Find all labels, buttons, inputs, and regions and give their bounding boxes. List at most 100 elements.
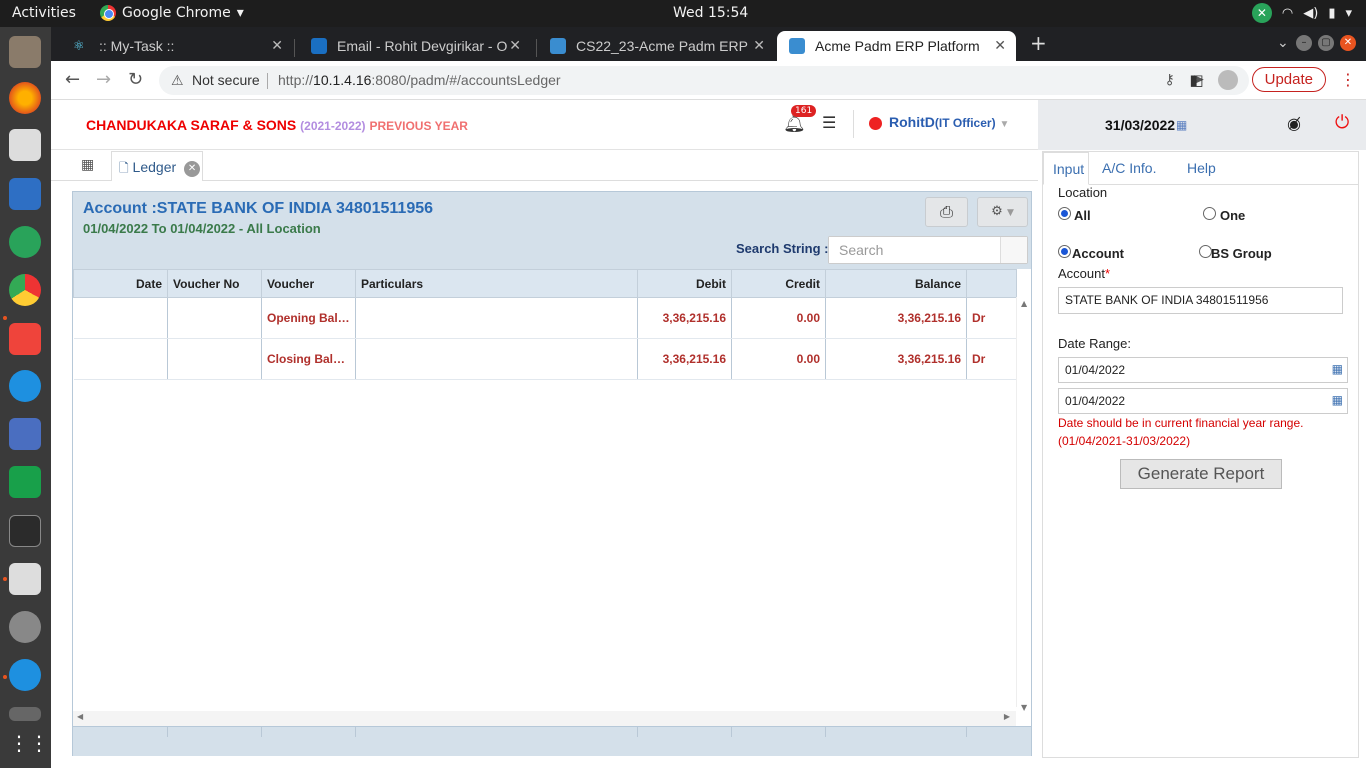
app-grid-icon[interactable]: ⋮⋮ (9, 731, 49, 763)
update-button[interactable]: Update (1251, 67, 1326, 92)
calculator-icon[interactable] (9, 563, 41, 595)
radio-location-all-label[interactable]: All (1074, 208, 1091, 223)
close-icon[interactable]: ✕ (184, 161, 201, 177)
settings-dropdown-button[interactable]: ⚙ ▼ (977, 197, 1028, 227)
profile-icon[interactable] (1217, 69, 1238, 90)
system-clock[interactable]: Wed 15:54 (673, 5, 748, 21)
column-header-drcr (966, 269, 1017, 298)
working-date[interactable]: 31/03/2022 (1105, 117, 1175, 133)
header-right-panel: 31/03/2022 ▦ ◉̸ ⏻ (1038, 100, 1366, 150)
server-list-icon[interactable]: ☰ (822, 113, 836, 132)
calendar-icon[interactable]: ▦ (1332, 362, 1343, 376)
column-header-balance[interactable]: Balance (825, 269, 967, 298)
network-icon[interactable] (9, 418, 41, 450)
radio-type-account[interactable] (1058, 245, 1071, 258)
app-menu[interactable]: Google Chrome ▾ (100, 5, 244, 21)
warning-icon[interactable]: ⚠ (171, 72, 184, 89)
window-close-icon[interactable]: ✕ (1340, 35, 1356, 51)
column-header-voucher[interactable]: Voucher (261, 269, 356, 298)
workspace-tabs: ▦ 🗋︎ Ledger ✕ (51, 151, 1038, 181)
browser-tab[interactable]: Email - Rohit Devgirikar - O ✕ (299, 31, 531, 61)
phone-icon[interactable] (9, 659, 41, 691)
scanner-icon[interactable] (9, 707, 41, 721)
key-icon[interactable]: ⚷ (1164, 71, 1174, 88)
close-icon[interactable]: ✕ (753, 37, 765, 54)
tab-title: Acme Padm ERP Platform (815, 38, 980, 54)
column-header-voucher-no[interactable]: Voucher No (167, 269, 262, 298)
calendar-icon[interactable]: ▦ (1332, 393, 1343, 407)
column-header-date[interactable]: Date (73, 269, 168, 298)
column-header-particulars[interactable]: Particulars (355, 269, 638, 298)
close-icon[interactable]: ✕ (994, 37, 1006, 54)
table-row[interactable]: Closing Balance 3,36,215.16 0.00 3,36,21… (73, 338, 1017, 380)
tab-help[interactable]: Help (1187, 160, 1216, 176)
back-icon[interactable]: ← (65, 69, 80, 90)
caret-down-icon: ▼ (1006, 208, 1014, 218)
grid-menu-icon[interactable]: ▦ (81, 157, 94, 173)
security-label[interactable]: Not secure (192, 72, 260, 88)
radio-type-bs-group-label[interactable]: BS Group (1211, 246, 1272, 261)
browser-tab[interactable]: ⚛ :: My-Task :: ✕ (61, 31, 293, 61)
table-row[interactable]: Opening Balance 3,36,215.16 0.00 3,36,21… (73, 297, 1017, 339)
account-field[interactable]: STATE BANK OF INDIA 34801511956 (1058, 287, 1343, 314)
scroll-up-icon[interactable]: ▲ (1021, 299, 1027, 308)
new-tab-button[interactable]: + (1030, 31, 1047, 55)
cell-drcr: Dr (966, 297, 1017, 339)
system-tray[interactable]: ✕ ◠ ◀) ▮ ▾ (1251, 3, 1352, 23)
horizontal-scrollbar[interactable]: ◀ ▶ (73, 711, 1016, 726)
footer-divider (825, 727, 826, 737)
radio-type-account-label[interactable]: Account (1072, 246, 1124, 261)
vertical-scrollbar[interactable]: ▲ ▼ (1016, 297, 1031, 712)
audio-icon[interactable] (9, 129, 41, 161)
scroll-right-icon[interactable]: ▶ (1004, 712, 1010, 721)
minimize-icon[interactable]: – (1296, 35, 1312, 51)
date-from-field[interactable]: 01/04/2022 ▦ (1058, 357, 1348, 383)
radio-location-one-label[interactable]: One (1220, 208, 1245, 223)
eye-slash-icon[interactable]: ◉̸ (1287, 114, 1301, 133)
anydesk-icon[interactable] (9, 323, 41, 355)
sheets-icon[interactable] (9, 466, 41, 498)
gear-icon: ⚙ (991, 204, 1003, 219)
settings-icon[interactable] (9, 611, 41, 643)
tab-ac-info[interactable]: A/C Info. (1102, 160, 1156, 176)
document-icon[interactable] (9, 178, 41, 210)
crossover-icon[interactable]: ✕ (1251, 3, 1272, 23)
reload-icon[interactable]: ↻ (128, 69, 143, 90)
menu-dots-icon[interactable]: ⋮ (1340, 70, 1356, 89)
files-icon[interactable] (9, 36, 41, 68)
crossover-app-icon[interactable] (9, 226, 41, 258)
browser-tab[interactable]: CS22_23-Acme Padm ERP ✕ (538, 31, 775, 61)
tab-input[interactable]: Input (1043, 152, 1089, 185)
tab-ledger[interactable]: 🗋︎ Ledger ✕ (111, 151, 203, 181)
radio-location-one[interactable] (1203, 207, 1216, 220)
outlook-icon (311, 38, 327, 54)
date-to-field[interactable]: 01/04/2022 ▦ (1058, 388, 1348, 414)
phone-icon[interactable] (9, 370, 41, 402)
running-indicator (3, 675, 7, 679)
address-bar[interactable]: ⚠ Not secure http://10.1.4.16:8080/padm/… (159, 66, 1249, 95)
tab-search-icon[interactable]: ⌄ (1277, 35, 1289, 51)
terminal-icon[interactable] (9, 515, 41, 547)
close-icon[interactable]: ✕ (509, 37, 521, 54)
maximize-icon[interactable]: ▢ (1318, 35, 1334, 51)
browser-tab-active[interactable]: Acme Padm ERP Platform ✕ (777, 31, 1016, 61)
search-input[interactable] (829, 237, 1003, 263)
search-addon[interactable] (1000, 237, 1027, 263)
column-header-debit[interactable]: Debit (637, 269, 732, 298)
forward-icon[interactable]: → (96, 69, 111, 90)
generate-report-button[interactable]: Generate Report (1120, 459, 1282, 489)
side-panel-icon[interactable]: ◧ (1189, 71, 1203, 89)
power-icon[interactable]: ⏻ (1335, 112, 1349, 133)
close-icon[interactable]: ✕ (271, 37, 283, 54)
scroll-down-icon[interactable]: ▼ (1021, 703, 1027, 712)
url-text[interactable]: http://10.1.4.16:8080/padm/#/accountsLed… (278, 72, 561, 88)
calendar-icon[interactable]: ▦ (1176, 118, 1187, 132)
column-header-credit[interactable]: Credit (731, 269, 826, 298)
activities-button[interactable]: Activities (12, 5, 76, 21)
print-button[interactable]: ⎙ (925, 197, 968, 227)
chrome-app-icon[interactable] (9, 274, 41, 306)
scroll-left-icon[interactable]: ◀ (77, 712, 83, 721)
firefox-icon[interactable] (9, 82, 41, 114)
radio-location-all[interactable] (1058, 207, 1071, 220)
user-menu[interactable]: RohitD(IT Officer) ▼ (889, 114, 1009, 130)
